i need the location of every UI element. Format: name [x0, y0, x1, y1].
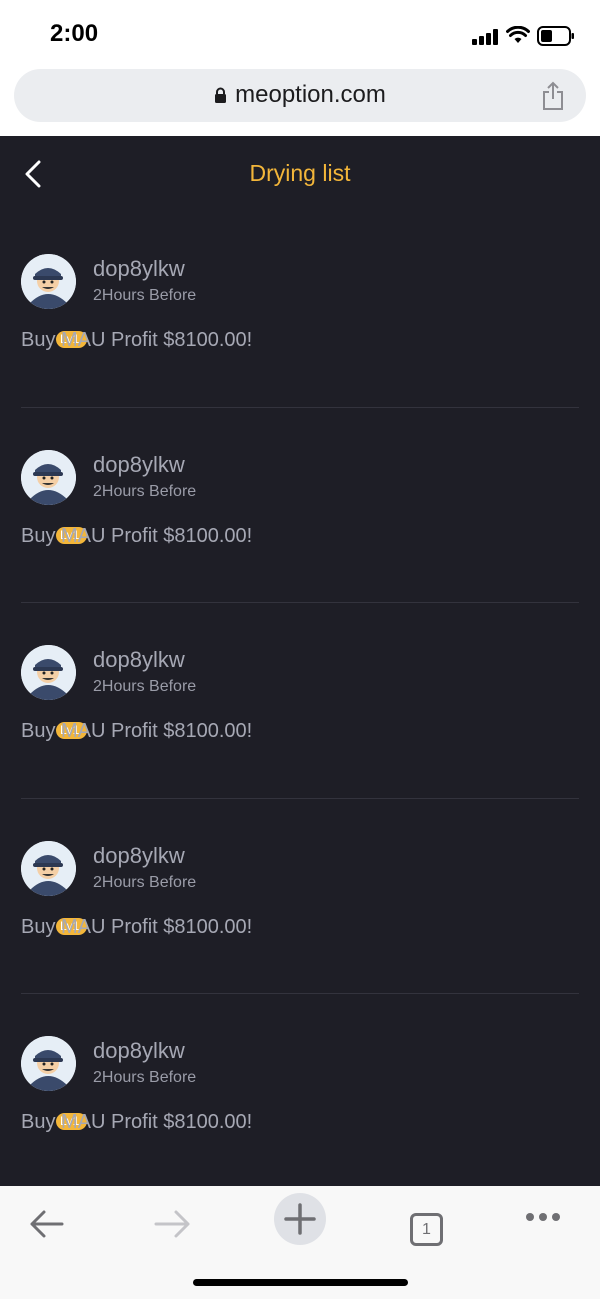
more-icon[interactable] [516, 1198, 568, 1250]
avatar[interactable]: Lv1 [21, 840, 87, 935]
post-text: Buy MAU Profit $8100.00! [21, 720, 253, 743]
app-header: Drying list [0, 136, 600, 212]
user-avatar-icon [21, 645, 76, 701]
feed-list: Lv1 dop8ylkw 2Hours Before Buy MAU Profi… [0, 212, 600, 1186]
user-avatar-icon [21, 840, 76, 896]
post-time: 2Hours Before [93, 1069, 197, 1087]
list-item[interactable]: Lv1 dop8ylkw 2Hours Before Buy MAU Profi… [21, 799, 579, 995]
back-arrow-icon[interactable] [22, 1198, 74, 1250]
user-avatar-icon [21, 1036, 76, 1092]
app-view: Drying list Lv1 dop8ylkw 2Hours Before B… [0, 136, 600, 1186]
tabs-button[interactable]: 1 [400, 1198, 452, 1250]
post-time: 2Hours Before [93, 287, 197, 304]
username: dop8ylkw [93, 256, 185, 281]
user-avatar-icon [21, 449, 76, 505]
address-bar[interactable]: meoption.com [14, 69, 586, 122]
new-tab-button[interactable] [274, 1193, 326, 1245]
page-title: Drying list [249, 160, 351, 186]
post-text: Buy MAU Profit $8100.00! [21, 524, 253, 547]
username: dop8ylkw [93, 451, 185, 477]
status-bar: 2:00 [0, 0, 600, 70]
post-text: Buy MAU Profit $8100.00! [21, 915, 253, 938]
status-time: 2:00 [50, 20, 99, 47]
post-time: 2Hours Before [93, 482, 197, 500]
list-item[interactable]: Lv1 dop8ylkw 2Hours Before Buy MAU Profi… [21, 994, 579, 1186]
plus-icon [284, 1203, 316, 1235]
username: dop8ylkw [93, 842, 185, 868]
list-item[interactable]: Lv1 dop8ylkw 2Hours Before Buy MAU Profi… [21, 408, 579, 604]
post-time: 2Hours Before [93, 873, 197, 891]
forward-arrow-icon[interactable] [146, 1198, 198, 1250]
signal-icon [472, 29, 498, 45]
post-text: Buy MAU Profit $8100.00! [21, 1111, 253, 1134]
username: dop8ylkw [93, 1038, 185, 1064]
post-time: 2Hours Before [93, 678, 197, 696]
home-indicator [193, 1279, 408, 1286]
avatar[interactable]: Lv1 [21, 449, 87, 544]
list-item[interactable]: Lv1 dop8ylkw 2Hours Before Buy MAU Profi… [21, 212, 579, 408]
post-text: Buy MAU Profit $8100.00! [21, 329, 253, 351]
tabs-icon: 1 [410, 1213, 443, 1246]
avatar[interactable]: Lv1 [21, 254, 87, 348]
avatar[interactable]: Lv1 [21, 1036, 87, 1131]
wifi-icon [506, 26, 530, 43]
lock-icon [215, 87, 227, 103]
url-text: meoption.com [235, 81, 386, 108]
user-avatar-icon [21, 254, 76, 309]
battery-icon [537, 26, 574, 46]
share-icon[interactable] [540, 81, 566, 111]
username: dop8ylkw [93, 647, 185, 673]
list-item[interactable]: Lv1 dop8ylkw 2Hours Before Buy MAU Profi… [21, 603, 579, 799]
avatar[interactable]: Lv1 [21, 645, 87, 740]
